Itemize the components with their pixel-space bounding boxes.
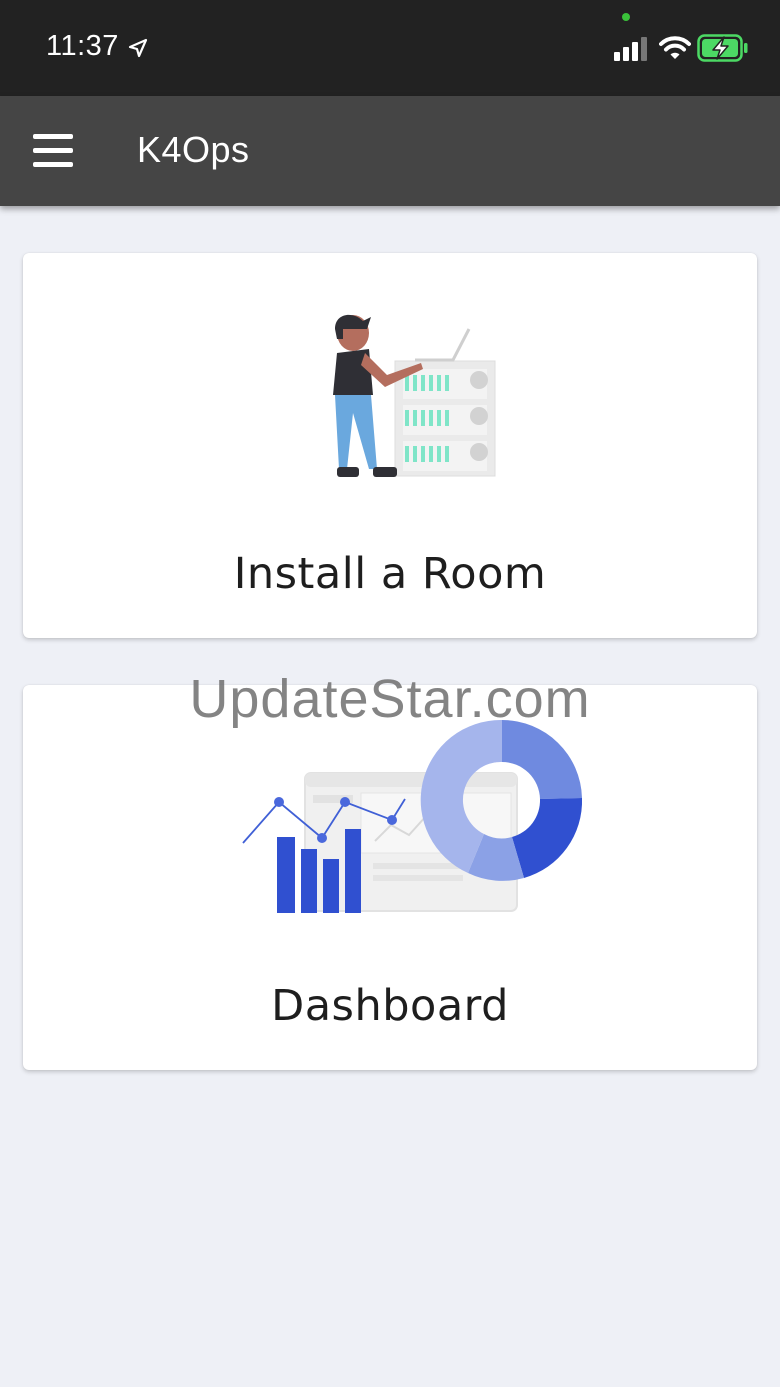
location-arrow-icon — [128, 38, 148, 58]
app-title: K4Ops — [137, 129, 250, 170]
battery-charging-icon — [697, 34, 748, 62]
signal-icon — [614, 37, 647, 61]
dashboard-label: Dashboard — [271, 981, 509, 1031]
status-bar: 11:37 — [0, 0, 780, 96]
hamburger-menu-icon[interactable] — [26, 126, 80, 176]
camera-indicator-dot — [622, 13, 630, 21]
charts-dashboard-illustration — [242, 719, 583, 913]
install-room-card[interactable]: Install a Room — [23, 253, 757, 638]
dashboard-card[interactable]: Dashboard — [23, 685, 757, 1070]
wifi-icon — [659, 36, 691, 59]
status-time: 11:37 — [46, 30, 119, 62]
install-room-label: Install a Room — [233, 549, 547, 599]
person-server-illustration — [333, 314, 496, 477]
watermark-text: UpdateStar.com — [189, 669, 591, 729]
app-bar: K4Ops — [0, 96, 780, 206]
